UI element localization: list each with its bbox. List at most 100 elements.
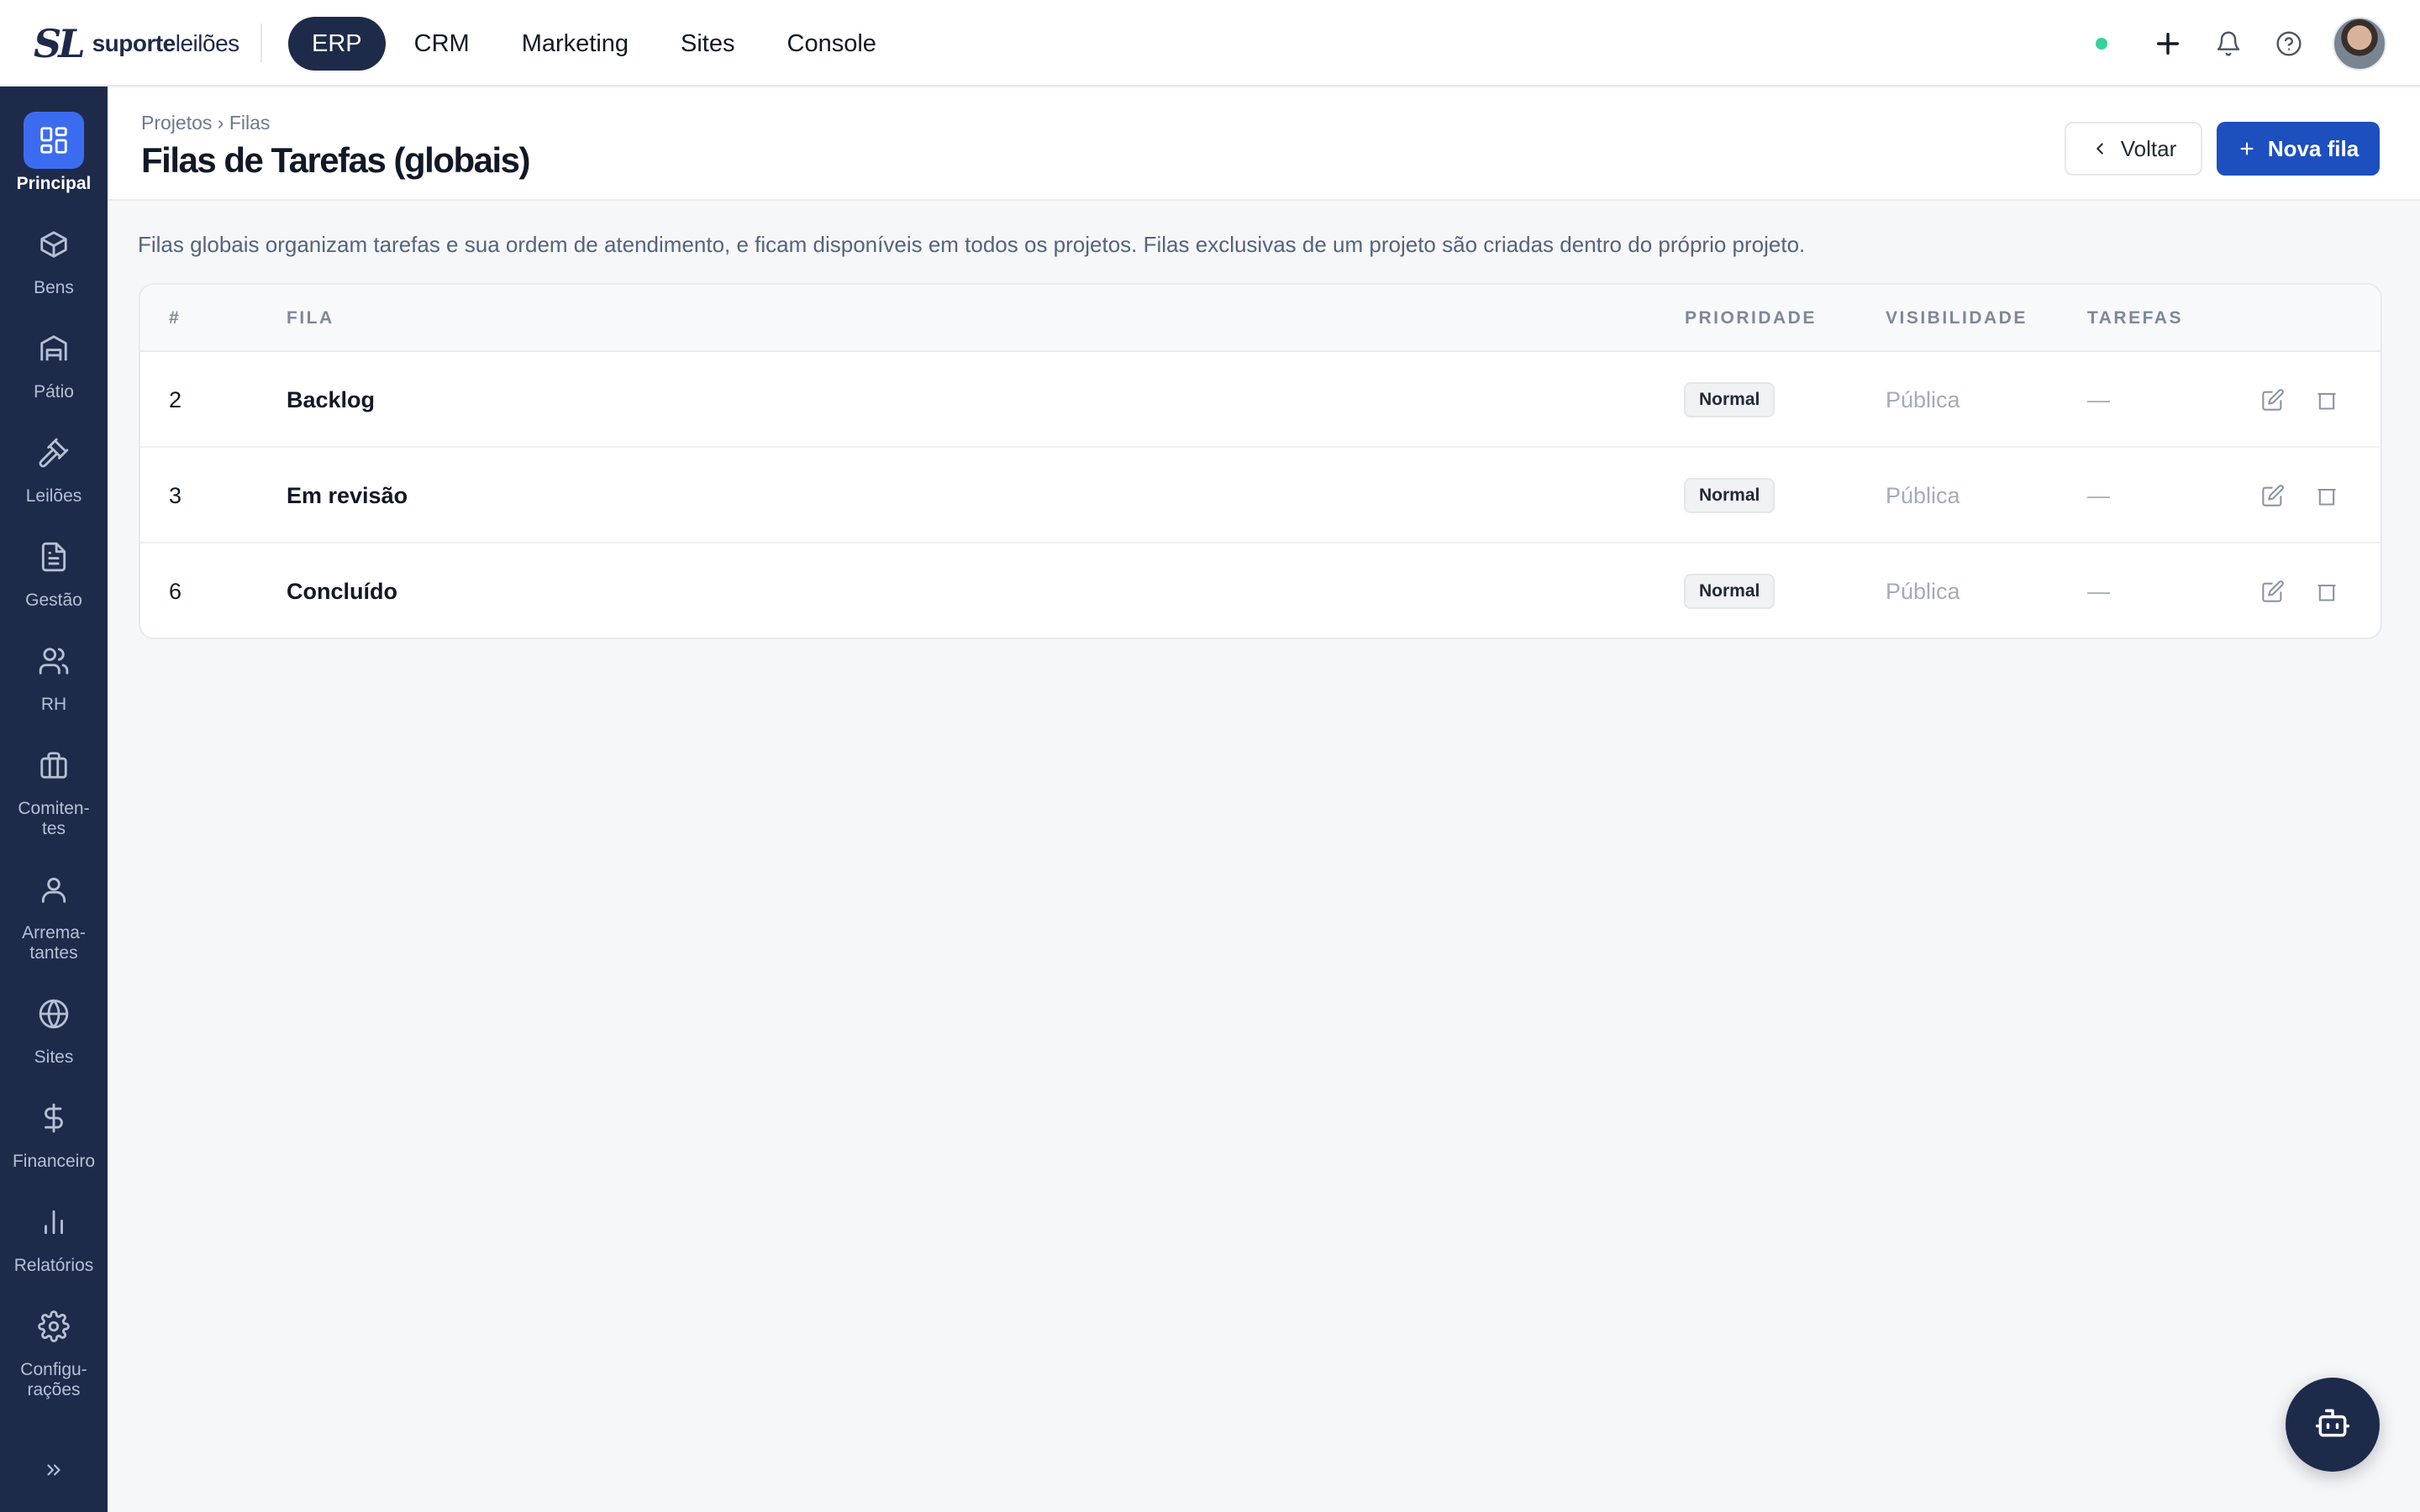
trash-icon[interactable]: [2312, 576, 2342, 606]
row-visibility: Pública: [1886, 386, 1960, 412]
logo-mark: SL: [34, 21, 86, 66]
sidebar-item-patio[interactable]: Pátio: [0, 320, 108, 402]
breadcrumb: Projetos › Filas: [141, 112, 270, 134]
priority-badge: Normal: [1684, 382, 1776, 417]
user-icon: [24, 861, 84, 918]
bell-icon[interactable]: [2212, 27, 2245, 60]
logo-text: suporteleilões: [92, 30, 240, 56]
new-queue-button-label: Nova fila: [2267, 135, 2360, 161]
column-header-visibility: VISIBILIDADE: [1886, 308, 2028, 328]
back-button-label: Voltar: [2120, 135, 2177, 161]
sidebar-item-rh[interactable]: RH: [0, 633, 108, 715]
breadcrumb-separator: ›: [217, 112, 224, 134]
page-description: Filas globais organizam tarefas e sua or…: [138, 232, 1806, 257]
sidebar-item-label: RH: [40, 695, 67, 714]
gavel-icon: [24, 424, 84, 481]
top-nav-crm[interactable]: CRM: [391, 17, 493, 71]
column-header-tasks: TAREFAS: [2087, 308, 2183, 328]
page-header: Projetos › Filas Filas de Tarefas (globa…: [108, 88, 2420, 201]
row-name[interactable]: Em revisão: [287, 448, 408, 543]
sidebar: Principal Bens Pátio Leilões Gestão RH C…: [0, 87, 108, 1512]
logo-divider: [260, 24, 262, 62]
sidebar-item-label: Bens: [34, 278, 74, 297]
row-tasks: —: [2087, 386, 2110, 412]
assistant-bot-button[interactable]: [2286, 1378, 2380, 1472]
sidebar-item-configuracoes[interactable]: Configu- rações: [0, 1298, 108, 1400]
sidebar-item-relatorios[interactable]: Relatórios: [0, 1194, 108, 1276]
sidebar-item-label: Financeiro: [12, 1152, 96, 1171]
sidebar-item-label: Principal: [16, 174, 92, 193]
row-name[interactable]: Concluído: [287, 543, 397, 638]
sidebar-item-gestao[interactable]: Gestão: [0, 528, 108, 611]
row-visibility: Pública: [1886, 578, 1960, 604]
priority-badge: Normal: [1684, 574, 1776, 609]
sidebar-item-label: Gestão: [25, 591, 82, 610]
document-icon: [24, 528, 84, 585]
top-actions: [2096, 15, 2386, 72]
sidebar-item-arrematantes[interactable]: Arrema- tantes: [0, 861, 108, 963]
sidebar-item-label: Arrema- tantes: [22, 923, 86, 963]
sidebar-item-label: Relatórios: [13, 1256, 94, 1275]
sidebar-item-label: Comiten- tes: [18, 799, 90, 838]
top-nav-sites[interactable]: Sites: [657, 17, 758, 71]
sidebar-item-bens[interactable]: Bens: [0, 216, 108, 298]
sidebar-item-label: Sites: [34, 1047, 74, 1067]
edit-icon[interactable]: [2258, 385, 2288, 415]
priority-badge: Normal: [1684, 478, 1776, 513]
top-nav-console[interactable]: Console: [764, 17, 900, 71]
grid-icon: [24, 112, 84, 169]
box-icon: [24, 216, 84, 273]
table-row[interactable]: 2 Backlog Normal Pública —: [140, 352, 2381, 448]
edit-icon[interactable]: [2258, 576, 2288, 606]
bar-chart-icon: [24, 1194, 84, 1251]
chevron-left-icon: [2091, 139, 2109, 158]
row-num: 2: [169, 386, 182, 412]
queues-table: # FILA PRIORIDADE VISIBILIDADE TAREFAS 2…: [139, 283, 2382, 639]
sidebar-item-label: Leilões: [25, 486, 82, 506]
avatar[interactable]: [2333, 17, 2386, 71]
table-row[interactable]: 6 Concluído Normal Pública —: [140, 543, 2381, 638]
column-header-name: FILA: [287, 308, 334, 328]
globe-icon: [24, 985, 84, 1042]
new-queue-button[interactable]: Nova fila: [2217, 122, 2380, 176]
row-tasks: —: [2087, 578, 2110, 604]
breadcrumb-filas[interactable]: Filas: [229, 112, 271, 134]
help-icon[interactable]: [2272, 27, 2306, 60]
sidebar-item-label: Configu- rações: [20, 1360, 87, 1399]
column-header-priority: PRIORIDADE: [1685, 308, 1817, 328]
briefcase-icon: [24, 737, 84, 794]
sidebar-item-label: Pátio: [34, 382, 74, 402]
top-nav: ERP CRM Marketing Sites Console: [288, 17, 905, 71]
table-header: # FILA PRIORIDADE VISIBILIDADE TAREFAS: [140, 285, 2381, 352]
plus-icon: [2238, 139, 2256, 158]
row-tasks: —: [2087, 482, 2110, 508]
warehouse-icon: [24, 320, 84, 377]
chevrons-right-icon[interactable]: [39, 1455, 69, 1485]
bot-icon: [2314, 1404, 2351, 1446]
breadcrumb-projetos[interactable]: Projetos: [141, 112, 212, 134]
column-header-num: #: [169, 308, 182, 328]
gear-icon: [24, 1298, 84, 1355]
page-title: Filas de Tarefas (globais): [141, 140, 531, 180]
sidebar-item-principal[interactable]: Principal: [0, 112, 108, 194]
edit-icon[interactable]: [2258, 480, 2288, 511]
plus-icon[interactable]: [2151, 27, 2185, 60]
sidebar-item-financeiro[interactable]: Financeiro: [0, 1089, 108, 1172]
trash-icon[interactable]: [2312, 480, 2342, 511]
brand-logo[interactable]: SL suporteleilões: [34, 21, 240, 66]
sidebar-item-leiloes[interactable]: Leilões: [0, 424, 108, 507]
status-indicator: [2096, 38, 2107, 50]
top-bar: SL suporteleilões ERP CRM Marketing Site…: [0, 0, 2420, 87]
row-num: 3: [169, 482, 182, 508]
row-num: 6: [169, 578, 182, 604]
top-nav-erp[interactable]: ERP: [288, 17, 386, 71]
table-row[interactable]: 3 Em revisão Normal Pública —: [140, 448, 2381, 543]
row-visibility: Pública: [1886, 482, 1960, 508]
back-button[interactable]: Voltar: [2065, 122, 2202, 176]
sidebar-item-comitentes[interactable]: Comiten- tes: [0, 737, 108, 839]
row-name[interactable]: Backlog: [287, 352, 375, 448]
top-nav-marketing[interactable]: Marketing: [498, 17, 652, 71]
sidebar-item-sites[interactable]: Sites: [0, 985, 108, 1068]
users-icon: [24, 633, 84, 690]
trash-icon[interactable]: [2312, 385, 2342, 415]
